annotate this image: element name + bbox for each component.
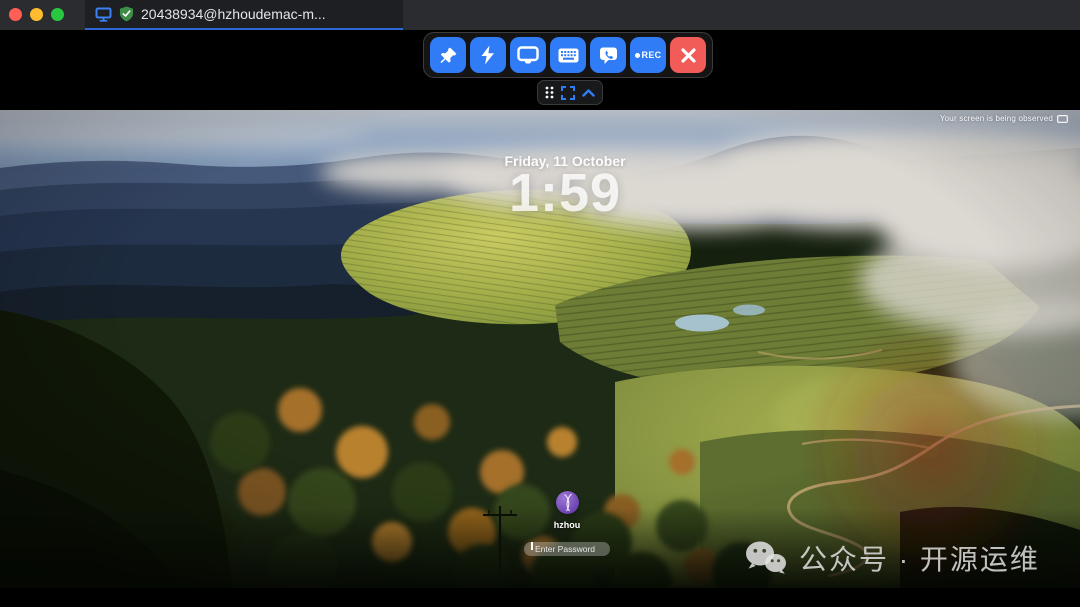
- minimize-window-button[interactable]: [30, 8, 43, 21]
- session-toolbar: REC: [423, 32, 713, 78]
- pushpin-icon: [439, 46, 458, 65]
- disconnect-toolbar-button[interactable]: [670, 37, 706, 73]
- performance-toolbar-button[interactable]: [470, 37, 506, 73]
- chevron-up-icon[interactable]: [582, 89, 595, 97]
- pin-toolbar-button[interactable]: [430, 37, 466, 73]
- wechat-icon: [744, 540, 789, 576]
- password-input[interactable]: [524, 542, 610, 556]
- password-field-wrap: [524, 539, 610, 557]
- close-x-icon: [680, 47, 697, 64]
- remote-desktop-window: 20438934@hzhoudemac-m...: [0, 0, 1080, 607]
- keyboard-icon: [558, 48, 579, 63]
- screen-share-icon: [1057, 115, 1068, 123]
- close-window-button[interactable]: [9, 8, 22, 21]
- toolbar-handle: [537, 80, 603, 105]
- record-dot-icon: [635, 53, 640, 58]
- user-avatar[interactable]: [556, 491, 579, 514]
- lock-screen-clock: 1:59: [509, 166, 621, 220]
- username-label: hzhou: [554, 520, 581, 530]
- drag-dots-icon[interactable]: [545, 86, 554, 99]
- monitor-icon: [517, 46, 539, 65]
- login-area: hzhou: [524, 491, 610, 557]
- record-label: REC: [642, 50, 662, 60]
- verified-shield-icon: [119, 6, 134, 22]
- keyboard-toolbar-button[interactable]: [550, 37, 586, 73]
- display-toolbar-button[interactable]: [510, 37, 546, 73]
- title-bar: 20438934@hzhoudemac-m...: [0, 0, 1080, 30]
- remote-screen: Your screen is being observed Friday, 11…: [0, 110, 1080, 588]
- observed-notice-label: Your screen is being observed: [940, 114, 1053, 123]
- text-caret: [531, 542, 533, 550]
- traffic-lights: [9, 8, 64, 21]
- lightning-icon: [479, 45, 497, 65]
- record-toolbar-button[interactable]: REC: [630, 37, 666, 73]
- display-icon: [95, 7, 112, 22]
- zoom-window-button[interactable]: [51, 8, 64, 21]
- voice-call-toolbar-button[interactable]: [590, 37, 626, 73]
- screen-observed-notice: Your screen is being observed: [940, 114, 1068, 123]
- watermark: 公众号 · 开源运维: [744, 538, 1040, 578]
- watermark-text: 公众号 · 开源运维: [799, 538, 1040, 578]
- session-tab-title: 20438934@hzhoudemac-m...: [141, 6, 326, 22]
- chat-phone-icon: [599, 46, 618, 65]
- fullscreen-icon[interactable]: [561, 86, 575, 100]
- bottom-black-bar: [0, 588, 1080, 607]
- session-tab[interactable]: 20438934@hzhoudemac-m...: [85, 0, 403, 30]
